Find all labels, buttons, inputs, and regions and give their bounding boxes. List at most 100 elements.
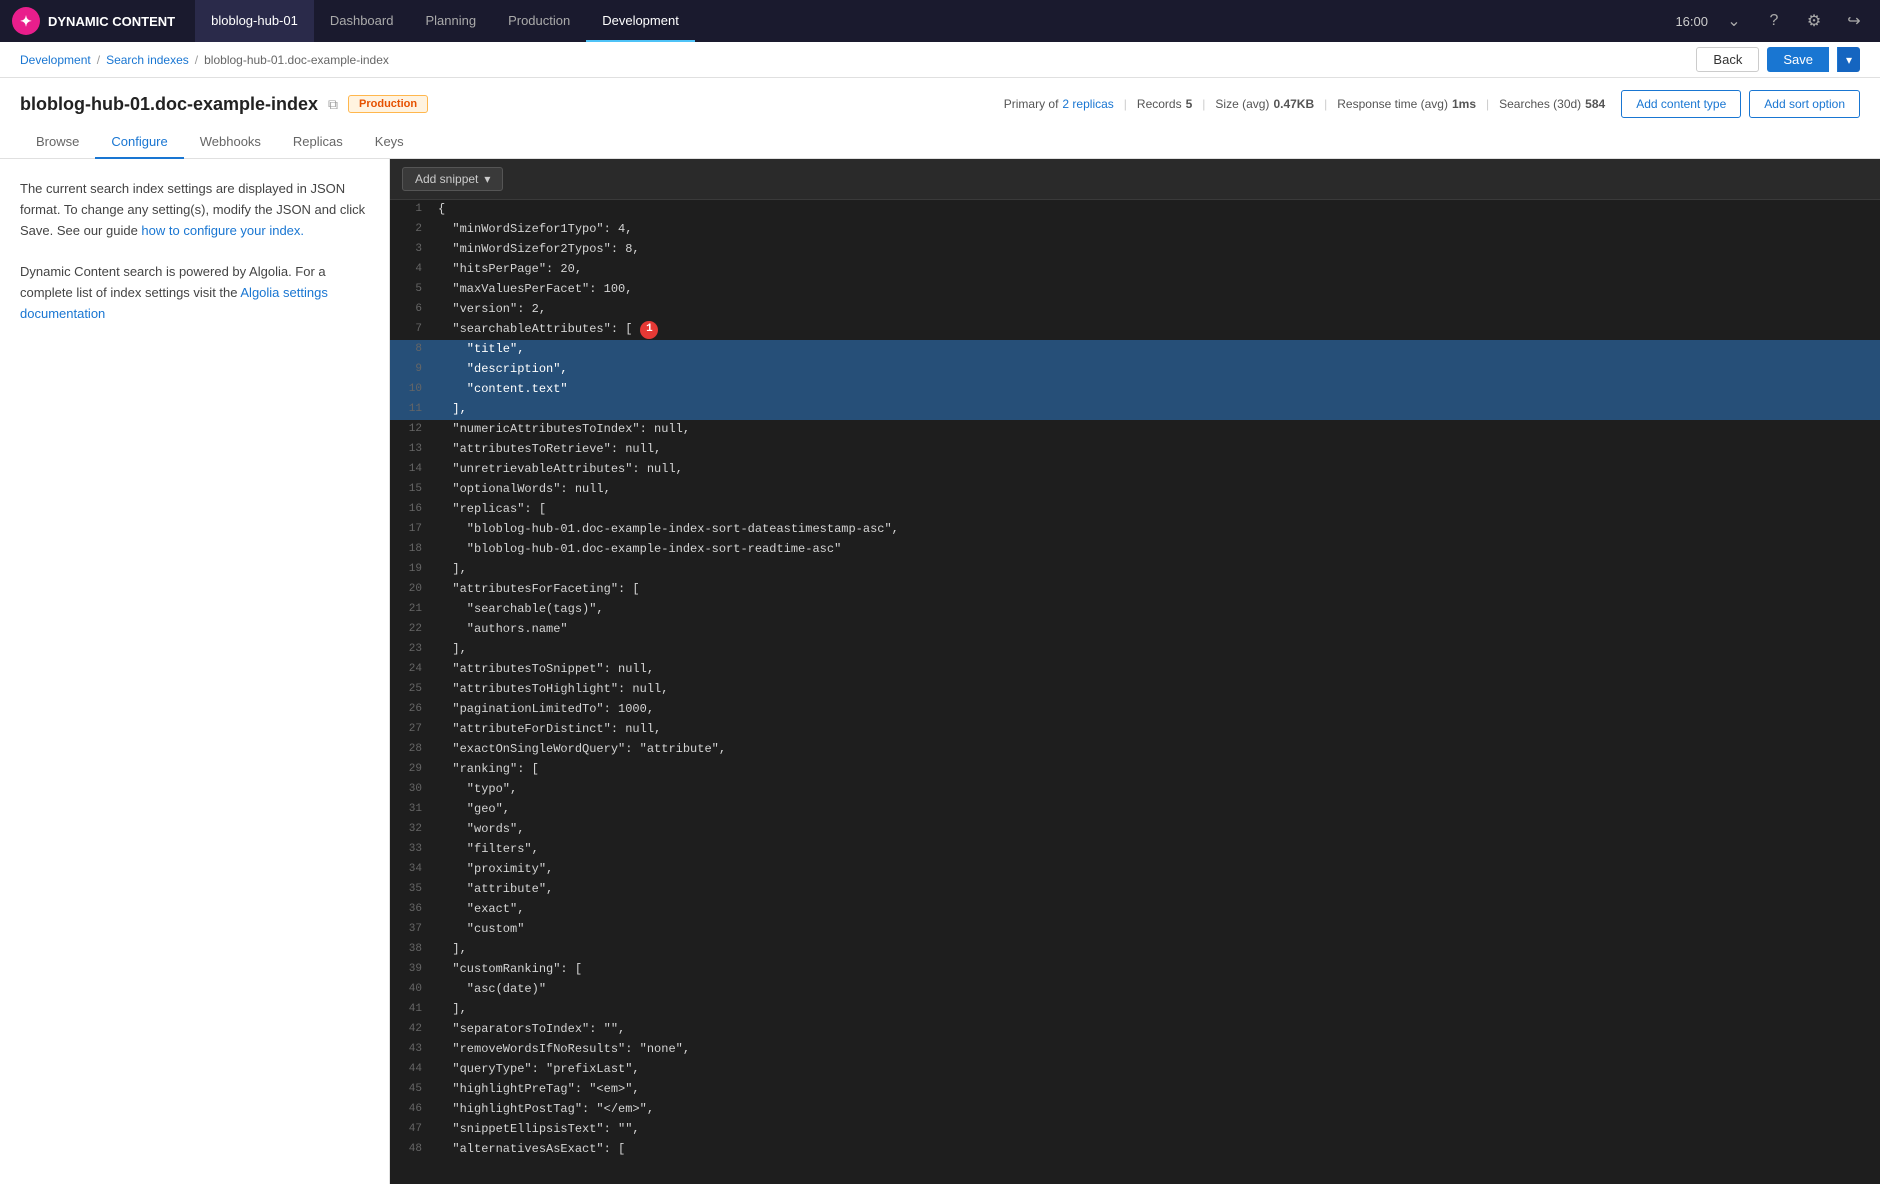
- code-line-47[interactable]: 47 "snippetEllipsisText": "",: [390, 1120, 1880, 1140]
- code-line-45[interactable]: 45 "highlightPreTag": "<em>",: [390, 1080, 1880, 1100]
- add-sort-option-button[interactable]: Add sort option: [1749, 90, 1860, 118]
- code-line-35[interactable]: 35 "attribute",: [390, 880, 1880, 900]
- code-line-5[interactable]: 5 "maxValuesPerFacet": 100,: [390, 280, 1880, 300]
- code-line-37[interactable]: 37 "custom": [390, 920, 1880, 940]
- replicas-link[interactable]: 2 replicas: [1062, 97, 1113, 111]
- code-line-13[interactable]: 13 "attributesToRetrieve": null,: [390, 440, 1880, 460]
- code-line-24[interactable]: 24 "attributesToSnippet": null,: [390, 660, 1880, 680]
- code-line-17[interactable]: 17 "bloblog-hub-01.doc-example-index-sor…: [390, 520, 1880, 540]
- copy-icon[interactable]: ⧉: [328, 96, 338, 113]
- meta-sep-1: |: [1124, 97, 1127, 111]
- code-line-38[interactable]: 38 ],: [390, 940, 1880, 960]
- code-line-43[interactable]: 43 "removeWordsIfNoResults": "none",: [390, 1040, 1880, 1060]
- back-button[interactable]: Back: [1696, 47, 1759, 72]
- annotation-marker-1: 1: [640, 321, 658, 339]
- code-editor[interactable]: 1{2 "minWordSizefor1Typo": 4,3 "minWordS…: [390, 200, 1880, 1184]
- nav-logout-icon[interactable]: ↪: [1840, 7, 1868, 35]
- code-line-14[interactable]: 14 "unretrievableAttributes": null,: [390, 460, 1880, 480]
- code-line-31[interactable]: 31 "geo",: [390, 800, 1880, 820]
- code-line-18[interactable]: 18 "bloblog-hub-01.doc-example-index-sor…: [390, 540, 1880, 560]
- code-line-8[interactable]: 8 "title",: [390, 340, 1880, 360]
- code-line-48[interactable]: 48 "alternativesAsExact": [: [390, 1140, 1880, 1160]
- logo-icon: ✦: [12, 7, 40, 35]
- tab-webhooks[interactable]: Webhooks: [184, 126, 277, 159]
- line-number-16: 16: [390, 500, 438, 519]
- nav-current-app[interactable]: bloblog-hub-01: [195, 0, 314, 42]
- nav-help-icon[interactable]: ?: [1760, 7, 1788, 35]
- code-line-26[interactable]: 26 "paginationLimitedTo": 1000,: [390, 700, 1880, 720]
- code-line-1[interactable]: 1{: [390, 200, 1880, 220]
- code-line-23[interactable]: 23 ],: [390, 640, 1880, 660]
- line-number-46: 46: [390, 1100, 438, 1119]
- code-line-16[interactable]: 16 "replicas": [: [390, 500, 1880, 520]
- code-line-12[interactable]: 12 "numericAttributesToIndex": null,: [390, 420, 1880, 440]
- code-line-46[interactable]: 46 "highlightPostTag": "</em>",: [390, 1100, 1880, 1120]
- breadcrumb-development[interactable]: Development: [20, 53, 91, 67]
- nav-settings-icon[interactable]: ⚙: [1800, 7, 1828, 35]
- code-line-27[interactable]: 27 "attributeForDistinct": null,: [390, 720, 1880, 740]
- line-content-15: "optionalWords": null,: [438, 480, 1880, 499]
- code-line-3[interactable]: 3 "minWordSizefor2Typos": 8,: [390, 240, 1880, 260]
- line-content-17: "bloblog-hub-01.doc-example-index-sort-d…: [438, 520, 1880, 539]
- page-title-left: bloblog-hub-01.doc-example-index ⧉ Produ…: [20, 94, 428, 115]
- line-number-6: 6: [390, 300, 438, 319]
- line-number-2: 2: [390, 220, 438, 239]
- line-content-3: "minWordSizefor2Typos": 8,: [438, 240, 1880, 259]
- page-meta: Primary of 2 replicas | Records 5 | Size…: [1004, 97, 1605, 111]
- nav-chevron-icon[interactable]: ⌄: [1720, 7, 1748, 35]
- code-line-6[interactable]: 6 "version": 2,: [390, 300, 1880, 320]
- breadcrumb-search-indexes[interactable]: Search indexes: [106, 53, 189, 67]
- page-title: bloblog-hub-01.doc-example-index: [20, 94, 318, 115]
- code-line-25[interactable]: 25 "attributesToHighlight": null,: [390, 680, 1880, 700]
- code-line-9[interactable]: 9 "description",: [390, 360, 1880, 380]
- nav-tab-planning[interactable]: Planning: [409, 0, 492, 42]
- code-line-33[interactable]: 33 "filters",: [390, 840, 1880, 860]
- nav-tab-development[interactable]: Development: [586, 0, 695, 42]
- code-line-20[interactable]: 20 "attributesForFaceting": [: [390, 580, 1880, 600]
- code-line-4[interactable]: 4 "hitsPerPage": 20,: [390, 260, 1880, 280]
- code-line-30[interactable]: 30 "typo",: [390, 780, 1880, 800]
- line-content-45: "highlightPreTag": "<em>",: [438, 1080, 1880, 1099]
- records-value: 5: [1186, 97, 1193, 111]
- code-line-15[interactable]: 15 "optionalWords": null,: [390, 480, 1880, 500]
- code-line-34[interactable]: 34 "proximity",: [390, 860, 1880, 880]
- line-content-47: "snippetEllipsisText": "",: [438, 1120, 1880, 1139]
- configure-index-link[interactable]: how to configure your index.: [141, 223, 304, 238]
- nav-tab-production[interactable]: Production: [492, 0, 586, 42]
- tab-browse[interactable]: Browse: [20, 126, 95, 159]
- code-line-22[interactable]: 22 "authors.name": [390, 620, 1880, 640]
- app-logo[interactable]: ✦ DYNAMIC CONTENT: [12, 7, 175, 35]
- line-number-13: 13: [390, 440, 438, 459]
- code-line-29[interactable]: 29 "ranking": [: [390, 760, 1880, 780]
- line-number-34: 34: [390, 860, 438, 879]
- line-content-14: "unretrievableAttributes": null,: [438, 460, 1880, 479]
- code-line-44[interactable]: 44 "queryType": "prefixLast",: [390, 1060, 1880, 1080]
- add-content-type-button[interactable]: Add content type: [1621, 90, 1741, 118]
- code-line-11[interactable]: 11 ],: [390, 400, 1880, 420]
- tab-replicas[interactable]: Replicas: [277, 126, 359, 159]
- top-nav: ✦ DYNAMIC CONTENT bloblog-hub-01 Dashboa…: [0, 0, 1880, 42]
- code-line-2[interactable]: 2 "minWordSizefor1Typo": 4,: [390, 220, 1880, 240]
- code-line-10[interactable]: 10 "content.text": [390, 380, 1880, 400]
- line-content-24: "attributesToSnippet": null,: [438, 660, 1880, 679]
- add-snippet-button[interactable]: Add snippet ▾: [402, 167, 503, 191]
- line-number-37: 37: [390, 920, 438, 939]
- line-number-19: 19: [390, 560, 438, 579]
- code-line-7[interactable]: 7 "searchableAttributes": [1: [390, 320, 1880, 340]
- code-line-28[interactable]: 28 "exactOnSingleWordQuery": "attribute"…: [390, 740, 1880, 760]
- tab-keys[interactable]: Keys: [359, 126, 420, 159]
- tab-configure[interactable]: Configure: [95, 126, 183, 159]
- code-line-19[interactable]: 19 ],: [390, 560, 1880, 580]
- code-line-40[interactable]: 40 "asc(date)": [390, 980, 1880, 1000]
- code-line-42[interactable]: 42 "separatorsToIndex": "",: [390, 1020, 1880, 1040]
- line-content-11: ],: [438, 400, 1880, 419]
- nav-tab-dashboard[interactable]: Dashboard: [314, 0, 410, 42]
- code-line-36[interactable]: 36 "exact",: [390, 900, 1880, 920]
- save-caret-button[interactable]: ▾: [1837, 47, 1860, 72]
- code-line-41[interactable]: 41 ],: [390, 1000, 1880, 1020]
- line-number-39: 39: [390, 960, 438, 979]
- save-button[interactable]: Save: [1767, 47, 1829, 72]
- code-line-32[interactable]: 32 "words",: [390, 820, 1880, 840]
- code-line-21[interactable]: 21 "searchable(tags)",: [390, 600, 1880, 620]
- code-line-39[interactable]: 39 "customRanking": [: [390, 960, 1880, 980]
